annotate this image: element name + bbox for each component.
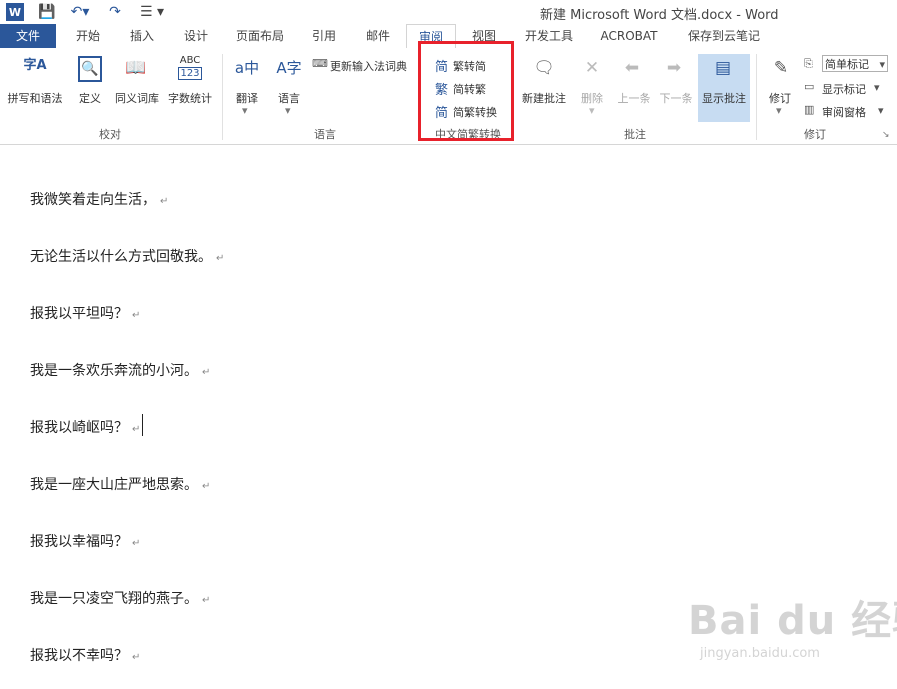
delete-comment-icon: ✕	[584, 58, 600, 78]
markup-icon: ⎘	[804, 57, 813, 70]
paragraph-mark-icon: ↵	[132, 310, 141, 321]
document-paragraph: 我是一条欢乐奔流的小河。 ↵	[30, 363, 211, 379]
show-markup-dropdown-arrow[interactable]: ▾	[874, 81, 880, 94]
document-paragraph: 报我以不幸吗？ ↵	[30, 648, 141, 664]
tab-mailings[interactable]: 邮件	[356, 24, 400, 48]
keyboard-icon: ⌨	[312, 57, 328, 70]
previous-comment-button[interactable]: 上一条	[614, 90, 654, 106]
translate-dropdown-arrow[interactable]: ▾	[242, 104, 248, 117]
previous-comment-icon: ⬅	[624, 58, 640, 78]
thesaurus-icon: 📖	[125, 58, 147, 78]
new-comment-icon: 🗨	[533, 58, 555, 78]
define-button[interactable]: 定义	[74, 90, 106, 106]
spelling-grammar-button[interactable]: 拼写和语法	[4, 90, 66, 106]
tab-references[interactable]: 引用	[302, 24, 346, 48]
markup-select-value: 简单标记	[825, 58, 869, 71]
show-markup-button[interactable]: 显示标记	[822, 81, 866, 97]
new-comment-button[interactable]: 新建批注	[518, 90, 570, 106]
document-paragraph: 我是一座大山庄严地思索。 ↵	[30, 477, 211, 493]
word-count-icon: ABC 123	[178, 55, 202, 80]
markup-select[interactable]: 简单标记 ▾	[822, 55, 888, 72]
save-icon[interactable]: 💾	[38, 3, 56, 21]
window-title: 新建 Microsoft Word 文档.docx - Word	[540, 8, 779, 23]
word-count-button[interactable]: 字数统计	[164, 90, 216, 106]
group-label-comments: 批注	[624, 128, 646, 141]
reviewing-pane-dropdown-arrow[interactable]: ▾	[878, 104, 884, 117]
paragraph-mark-icon: ↵	[216, 253, 225, 264]
paragraph-mark-icon: ↵	[202, 595, 211, 606]
undo-icon[interactable]: ↶▾	[66, 3, 94, 21]
dialog-launcher-icon[interactable]: ↘	[882, 130, 890, 140]
group-label-language: 语言	[314, 128, 336, 141]
text-cursor	[142, 414, 143, 436]
paragraph-mark-icon: ↵	[202, 481, 211, 492]
show-comments-icon: ▤	[714, 58, 732, 78]
highlight-box	[418, 41, 514, 141]
redo-icon[interactable]: ↷	[106, 3, 124, 21]
document-paragraph: 报我以幸福吗？ ↵	[30, 534, 141, 550]
document-paragraph: 无论生活以什么方式回敬我。 ↵	[30, 249, 225, 265]
update-ime-dictionary-button[interactable]: 更新输入法词典	[330, 58, 407, 74]
chevron-down-icon: ▾	[879, 58, 885, 71]
tab-developer[interactable]: 开发工具	[516, 24, 582, 48]
next-comment-button[interactable]: 下一条	[656, 90, 696, 106]
paragraph-mark-icon: ↵	[132, 652, 141, 663]
define-icon: 🔍	[78, 56, 102, 82]
group-label-tracking: 修订	[804, 128, 826, 141]
document-paragraph: 报我以崎岖吗？ ↵	[30, 420, 141, 436]
thesaurus-button[interactable]: 同义词库	[112, 90, 162, 106]
spelling-grammar-icon: 字A	[23, 58, 47, 73]
customize-qat-icon[interactable]: ☰ ▾	[134, 3, 170, 21]
translate-icon: a中	[234, 59, 260, 77]
paragraph-mark-icon: ↵	[132, 538, 141, 549]
next-comment-icon: ➡	[666, 58, 682, 78]
group-separator	[756, 54, 757, 140]
baidu-watermark-logo: Bai du 经验	[688, 598, 897, 644]
document-paragraph: 报我以平坦吗？ ↵	[30, 306, 141, 322]
group-separator	[222, 54, 223, 140]
document-paragraph: 我是一只凌空飞翔的燕子。 ↵	[30, 591, 211, 607]
baidu-watermark-url: jingyan.baidu.com	[700, 646, 820, 661]
track-changes-dropdown-arrow[interactable]: ▾	[776, 104, 782, 117]
tab-page-layout[interactable]: 页面布局	[230, 24, 290, 48]
language-icon: A字	[276, 59, 302, 77]
paragraph-mark-icon: ↵	[132, 424, 141, 435]
title-bar: W 💾 ↶▾ ↷ ☰ ▾ 新建 Microsoft Word 文档.docx -…	[0, 0, 897, 24]
reviewing-pane-icon: ▥	[804, 103, 815, 116]
tab-save-to-cloud-notes[interactable]: 保存到云笔记	[680, 24, 768, 48]
tab-insert[interactable]: 插入	[120, 24, 164, 48]
language-dropdown-arrow[interactable]: ▾	[285, 104, 291, 117]
group-label-proofing: 校对	[99, 128, 121, 141]
delete-dropdown-arrow[interactable]: ▾	[589, 104, 595, 117]
tab-file[interactable]: 文件	[0, 24, 56, 48]
tab-design[interactable]: 设计	[174, 24, 218, 48]
word-app-icon: W	[6, 3, 24, 21]
show-markup-icon: ▭	[804, 80, 815, 93]
tab-home[interactable]: 开始	[66, 24, 110, 48]
document-paragraph: 我微笑着走向生活， ↵	[30, 192, 169, 208]
track-changes-icon: ✎	[773, 58, 789, 78]
show-comments-button[interactable]: 显示批注	[698, 90, 750, 106]
paragraph-mark-icon: ↵	[202, 367, 211, 378]
tab-acrobat[interactable]: ACROBAT	[596, 24, 662, 48]
paragraph-mark-icon: ↵	[160, 196, 169, 207]
reviewing-pane-button[interactable]: 审阅窗格	[822, 104, 866, 120]
